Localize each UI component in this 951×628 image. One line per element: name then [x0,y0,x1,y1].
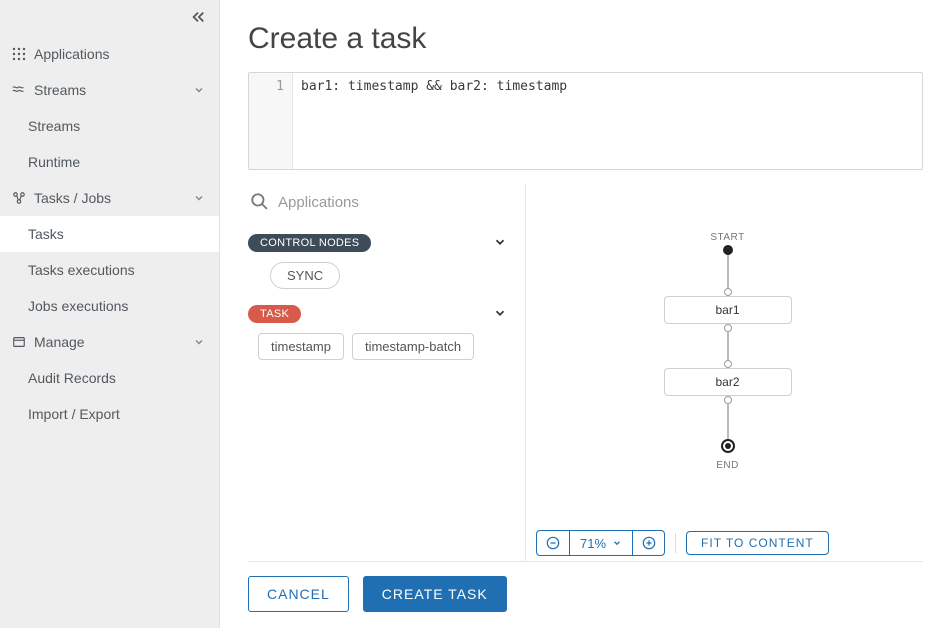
zoom-level-dropdown[interactable]: 71% [569,531,632,555]
nav-label: Runtime [28,154,80,170]
palette-search-input[interactable] [278,194,511,211]
palette-item-sync[interactable]: SYNC [270,262,340,289]
task-node-label: bar2 [715,375,739,389]
port[interactable] [724,360,732,368]
nav-tasks-jobs[interactable]: Tasks / Jobs [0,180,219,216]
plus-circle-icon [642,536,656,550]
task-node-bar2[interactable]: bar2 [664,368,792,396]
nav-import-export[interactable]: Import / Export [0,396,219,432]
nav-label: Tasks executions [28,262,135,278]
edge [727,404,729,440]
nav-label: Applications [34,46,205,62]
nav-label: Tasks [28,226,64,242]
minus-circle-icon [546,536,560,550]
palette: CONTROL NODES SYNC TASK timestamp t [248,184,526,561]
flow-canvas[interactable]: START bar1 bar2 [532,184,923,525]
main: Create a task 1 bar1: timestamp && bar2:… [220,0,951,628]
nav-label: Streams [28,118,80,134]
nav-label: Manage [34,334,193,350]
edge [727,332,729,360]
nav-tasks[interactable]: Tasks [0,216,219,252]
chevron-double-left-icon [191,10,205,24]
section-task-badge: TASK [248,305,301,323]
chevron-down-icon [193,84,205,96]
chevron-down-icon [612,538,622,548]
zoom-percent: 71% [580,536,606,551]
editor-gutter: 1 [249,73,293,169]
zoom-control: 71% [536,530,665,556]
port[interactable] [724,396,732,404]
cancel-button[interactable]: CANCEL [248,576,349,612]
zoom-in-button[interactable] [632,531,664,555]
sidebar-collapse-button[interactable] [191,10,205,27]
editor-code[interactable]: bar1: timestamp && bar2: timestamp [293,73,922,169]
sidebar: Applications Streams Streams Runtime Tas… [0,0,220,628]
section-control-nodes-header[interactable]: CONTROL NODES [248,234,511,252]
dsl-editor[interactable]: 1 bar1: timestamp && bar2: timestamp [248,72,923,170]
search-icon [250,192,268,213]
start-label: START [710,232,744,243]
divider [675,533,676,553]
nav-jobs-executions[interactable]: Jobs executions [0,288,219,324]
chevron-down-icon [493,306,511,323]
line-number: 1 [276,79,284,94]
chevron-down-icon [193,336,205,348]
nav-label: Import / Export [28,406,120,422]
nav-label: Audit Records [28,370,116,386]
nav-audit-records[interactable]: Audit Records [0,360,219,396]
end-label: END [716,460,739,471]
nav-streams-streams[interactable]: Streams [0,108,219,144]
nav-streams-runtime[interactable]: Runtime [0,144,219,180]
palette-item-timestamp-batch[interactable]: timestamp-batch [352,333,474,360]
palette-item-timestamp[interactable]: timestamp [258,333,344,360]
fit-to-content-button[interactable]: FIT TO CONTENT [686,531,829,555]
tasks-icon [10,191,28,205]
section-task-header[interactable]: TASK [248,305,511,323]
task-node-bar1[interactable]: bar1 [664,296,792,324]
task-node-label: bar1 [715,303,739,317]
create-task-button[interactable]: CREATE TASK [363,576,507,612]
chevron-down-icon [493,235,511,252]
grid-icon [10,47,28,61]
edge [727,255,729,289]
nav-label: Jobs executions [28,298,128,314]
zoom-out-button[interactable] [537,531,569,555]
nav-manage[interactable]: Manage [0,324,219,360]
port[interactable] [724,288,732,296]
nav-label: Streams [34,82,193,98]
section-control-badge: CONTROL NODES [248,234,371,252]
nav-streams[interactable]: Streams [0,72,219,108]
end-node[interactable] [721,439,735,453]
chevron-down-icon [193,192,205,204]
port[interactable] [724,324,732,332]
manage-icon [10,335,28,349]
nav-label: Tasks / Jobs [34,190,193,206]
page-title: Create a task [248,22,923,56]
start-node[interactable] [723,245,733,255]
stream-icon [10,83,28,97]
nav-applications[interactable]: Applications [0,36,219,72]
nav-tasks-executions[interactable]: Tasks executions [0,252,219,288]
